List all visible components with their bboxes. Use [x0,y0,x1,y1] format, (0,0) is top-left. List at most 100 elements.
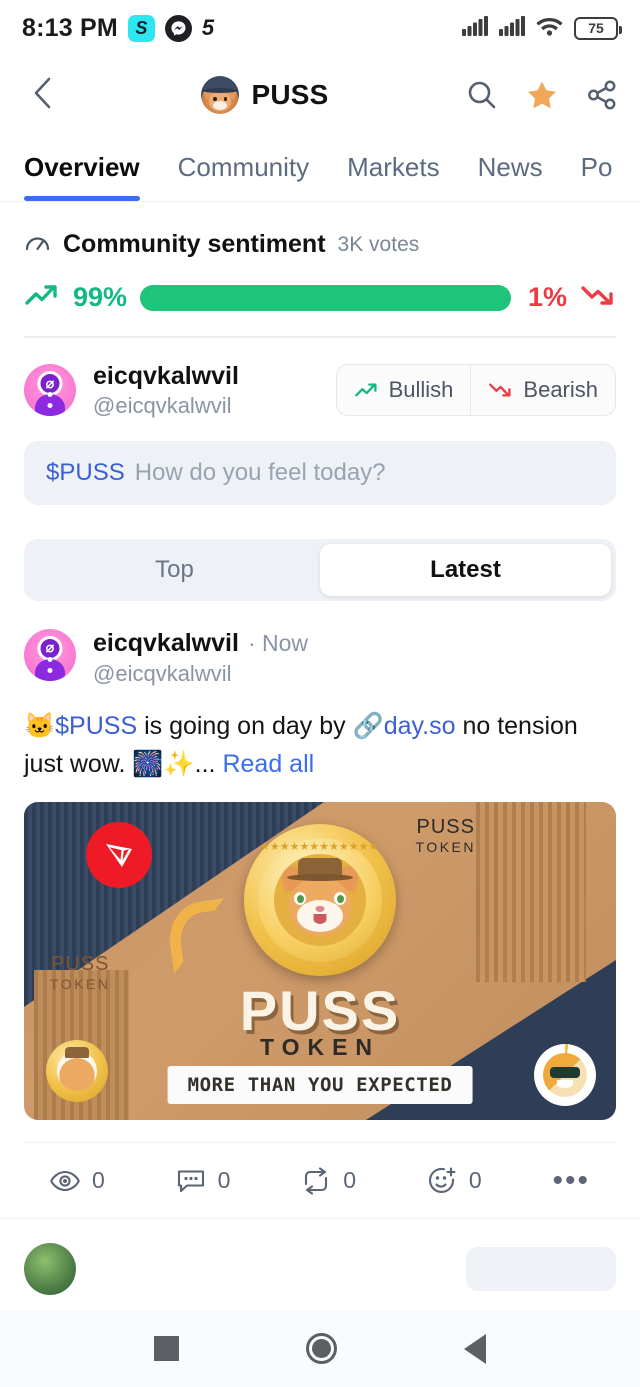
post-emoji-sparkles: ✨ [163,750,195,779]
tab-news[interactable]: News [478,134,543,201]
avatar[interactable] [24,628,76,681]
square-recents-icon[interactable] [153,1336,179,1361]
post-composer: eicqvkalwvil @eicqvkalwvil Bullish Beari… [0,338,640,511]
status-bar-clock: 8:13 PM [22,13,118,42]
composer-user-row: eicqvkalwvil @eicqvkalwvil Bullish Beari… [24,362,616,419]
phone-screen: 8:13 PM S 5 75 PUSS Overview Community M… [0,0,640,1387]
triangle-back-icon[interactable] [464,1333,487,1364]
feed-post: eicqvkalwvil · Now @eicqvkalwvil 🐱$PUSS … [0,601,640,1219]
trend-up-icon [24,281,60,314]
app-header-actions [466,79,618,111]
promo-bg-stripes-right [476,802,586,982]
post-handle: @eicqvkalwvil [93,660,232,686]
puss-cat-logo-icon [201,76,240,114]
feed-filter-tabs[interactable]: Top Latest [24,538,616,601]
skype-like-icon: S [127,14,155,42]
avatar[interactable] [24,364,76,416]
comments-count: 0 [217,1167,231,1193]
status-bar: 8:13 PM S 5 75 [0,0,640,56]
cellular-signal-icon [462,15,488,41]
repost-button[interactable]: 0 [301,1166,357,1195]
avatar[interactable] [24,1243,76,1295]
scroll-content[interactable]: Community sentiment 3K votes 99% 1% ⌀ ei… [0,202,640,1310]
reaction-button[interactable]: 0 [427,1166,482,1195]
composer-user-names: eicqvkalwvil @eicqvkalwvil [93,362,239,419]
bearish-button[interactable]: Bearish [470,365,615,415]
promo-brand-sub: TOKEN [259,1034,381,1060]
cellular-signal-icon [499,15,525,41]
next-feed-post[interactable] [0,1218,640,1295]
tab-community[interactable]: Community [178,134,309,201]
post-emoji-cat: 🐱 [24,711,56,740]
bearish-label: Bearish [523,377,598,402]
sentiment-title: Community sentiment [63,230,326,258]
puss-gold-coin-icon: ★★★★★★★★★★★★ [244,824,396,976]
sentiment-bar-bullish [140,284,512,311]
comment-button[interactable]: 0 [176,1167,231,1195]
tab-portfolio[interactable]: Po [581,134,613,201]
reaction-icon [428,1166,456,1193]
sentiment-bar [140,284,515,311]
messenger-icon [164,14,192,42]
android-nav-bar [0,1310,640,1387]
status-bar-left: 8:13 PM S 5 [22,14,214,43]
post-media-image[interactable]: PUSS TOKEN PUSS TOKEN ★★★★★★★★★★★★ PUSS … [24,802,616,1120]
next-post-action-button[interactable] [466,1247,616,1291]
trend-up-icon [354,383,377,397]
app-title-group: PUSS [64,76,466,114]
post-text-segment-1: is going on day by [137,711,353,740]
eye-icon [50,1170,80,1191]
tron-logo-icon [86,822,152,888]
views-count: 0 [92,1167,105,1193]
views-button[interactable]: 0 [50,1167,105,1194]
reactions-count: 0 [468,1167,482,1193]
post-display-name: eicqvkalwvil [93,628,239,657]
more-horizontal-icon[interactable]: ••• [553,1165,591,1195]
promo-slogan: MORE THAN YOU EXPECTED [167,1066,473,1104]
cat-tail-decoration [164,898,234,974]
sun-pepe-badge-icon [534,1044,596,1106]
gauge-icon [24,231,51,258]
page-title: PUSS [251,79,329,110]
sentiment-vote-toggle[interactable]: Bullish Bearish [335,364,616,416]
sentiment-votes: 3K votes [337,232,420,256]
composer-ticker: $PUSS [46,458,125,486]
chevron-left-icon [31,76,55,115]
status-bar-right: 75 [462,15,622,41]
wifi-icon [536,15,563,41]
community-sentiment-section: Community sentiment 3K votes 99% 1% [0,202,640,336]
share-icon[interactable] [586,79,618,111]
filter-latest[interactable]: Latest [320,543,611,596]
read-all-link[interactable]: Read all [222,750,314,778]
trend-down-icon [580,281,616,314]
filter-top[interactable]: Top [29,544,320,596]
link-icon: 🔗 [352,711,384,740]
repost-icon [305,1166,328,1195]
comment-icon [177,1169,204,1192]
promo-tag-bottom-left: PUSS TOKEN [50,952,111,992]
composer-handle: @eicqvkalwvil [93,392,232,418]
sentiment-header: Community sentiment 3K votes [24,230,616,259]
tab-markets[interactable]: Markets [347,134,439,201]
post-input[interactable]: $PUSS How do you feel today? [24,440,616,505]
post-user-names: eicqvkalwvil · Now @eicqvkalwvil [93,629,308,687]
post-ticker-link[interactable]: $PUSS [55,712,137,740]
post-emoji-fireworks: 🎆 [132,750,164,779]
section-tabs[interactable]: Overview Community Markets News Po [0,134,640,202]
circle-home-icon[interactable] [305,1333,337,1364]
post-engagement-bar: 0 0 0 0 ••• [24,1142,616,1218]
battery-indicator: 75 [574,16,622,40]
back-button[interactable] [22,76,64,115]
star-filled-icon[interactable] [526,79,558,111]
reposts-count: 0 [343,1167,357,1193]
post-body-text: 🐱$PUSS is going on day by 🔗day.so no ten… [24,707,616,785]
composer-display-name: eicqvkalwvil [93,361,239,390]
sentiment-bar-row: 99% 1% [24,281,616,314]
search-icon[interactable] [466,79,498,111]
tab-overview[interactable]: Overview [24,134,140,201]
s-brand-icon: 5 [201,15,215,40]
bullish-percentage: 99% [73,282,128,312]
bullish-button[interactable]: Bullish [337,365,471,415]
post-text-ellipsis: ... [194,750,216,779]
post-external-link[interactable]: day.so [384,712,456,740]
